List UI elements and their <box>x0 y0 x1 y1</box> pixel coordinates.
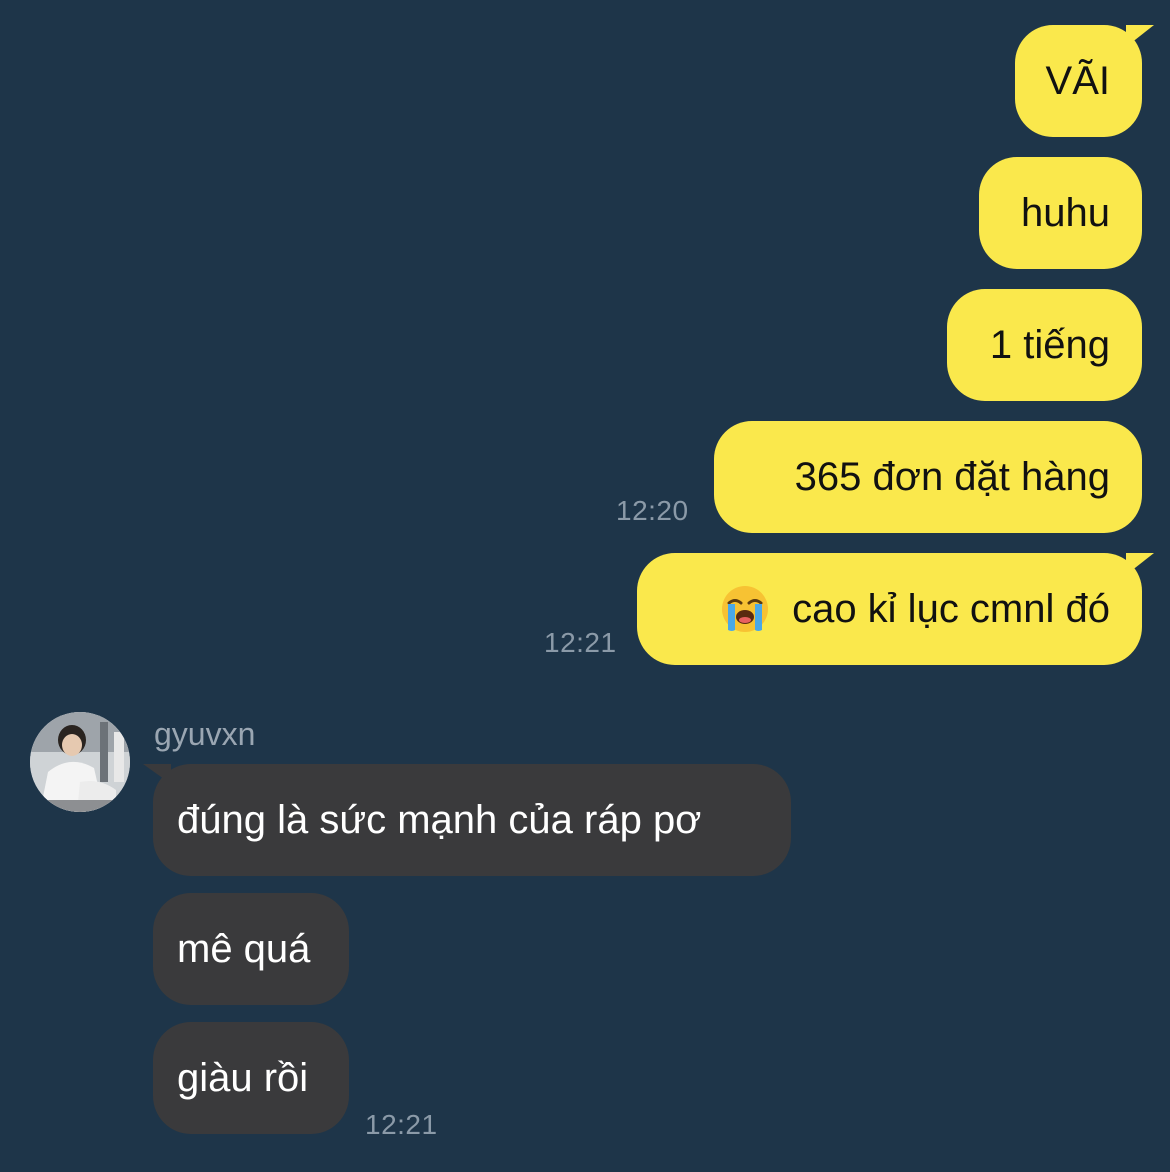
message-text: đúng là sức mạnh của ráp pơ <box>177 798 702 842</box>
outgoing-message-bubble[interactable]: huhu <box>979 157 1142 269</box>
message-timestamp: 12:21 <box>365 1109 438 1140</box>
outgoing-message-bubble[interactable]: 1 tiếng <box>947 289 1142 401</box>
bubble-tail <box>143 764 171 784</box>
sender-name: gyuvxn <box>154 716 256 752</box>
incoming-message-bubble[interactable]: mê quá <box>153 893 349 1005</box>
incoming-message-bubble[interactable]: giàu rồi <box>153 1022 349 1134</box>
message-text: huhu <box>1021 191 1110 235</box>
bubble-tail <box>1126 25 1154 47</box>
loudly-crying-face-icon <box>722 586 769 632</box>
sender-avatar[interactable] <box>30 712 130 812</box>
message-timestamp: 12:20 <box>616 495 689 526</box>
outgoing-message-bubble[interactable]: cao kỉ lục cmnl đó <box>637 553 1154 665</box>
message-text: 1 tiếng <box>989 323 1110 367</box>
message-text: VÃI <box>1045 59 1110 103</box>
message-text: cao kỉ lục cmnl đó <box>792 587 1110 631</box>
message-text: 365 đơn đặt hàng <box>794 455 1110 499</box>
message-timestamp: 12:21 <box>544 627 617 658</box>
message-text: giàu rồi <box>177 1056 309 1100</box>
message-text: mê quá <box>177 927 311 971</box>
bubble-tail <box>1126 553 1154 575</box>
outgoing-message-bubble[interactable]: VÃI <box>1015 25 1154 137</box>
incoming-message-bubble[interactable]: đúng là sức mạnh của ráp pơ <box>143 764 791 876</box>
avatar-photo <box>30 712 130 812</box>
outgoing-message-bubble[interactable]: 365 đơn đặt hàng <box>714 421 1142 533</box>
